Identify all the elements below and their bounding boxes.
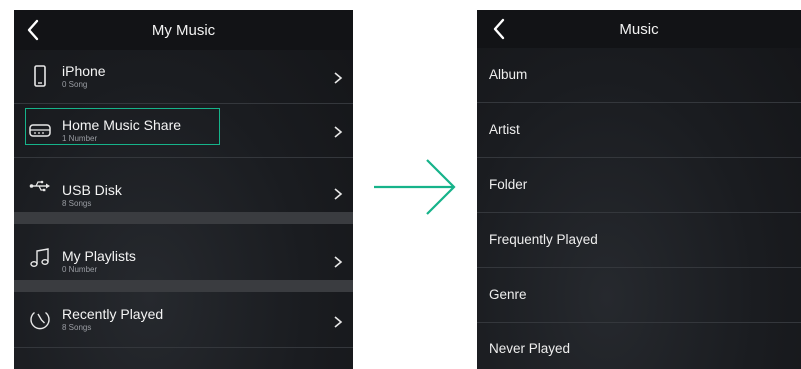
chevron-right-icon (334, 256, 343, 268)
back-arrow-icon[interactable] (490, 17, 508, 41)
page-title: Music (619, 20, 659, 38)
item-label: Folder (489, 177, 528, 192)
phone-icon (34, 65, 46, 87)
item-label: Never Played (489, 341, 571, 356)
list-item-genre[interactable]: Genre (477, 268, 801, 322)
list-item-never-played[interactable]: Never Played (477, 323, 801, 369)
chevron-right-icon (334, 72, 343, 84)
my-music-screen: My Music iPhone 0 Song Home Music Share … (14, 10, 353, 369)
list-item-folder[interactable]: Folder (477, 158, 801, 212)
item-title: Home Music Share (62, 117, 182, 133)
item-label: Artist (489, 122, 520, 137)
divider (14, 347, 353, 348)
list-item-recently-played[interactable]: Recently Played 8 Songs (14, 292, 353, 347)
back-arrow-icon[interactable] (24, 18, 42, 42)
item-title: Recently Played (62, 306, 164, 322)
chevron-right-icon (334, 316, 343, 328)
section-gap (14, 280, 353, 292)
list-item-album[interactable]: Album (477, 48, 801, 102)
list-item-frequently-played[interactable]: Frequently Played (477, 213, 801, 267)
item-subtitle: 8 Songs (62, 323, 92, 332)
item-subtitle: 1 Number (62, 134, 98, 143)
chevron-right-icon (334, 188, 343, 200)
header-bar: Music (477, 10, 801, 48)
item-title: My Playlists (62, 248, 136, 264)
header-bar: My Music (14, 10, 353, 50)
page-title: My Music (151, 21, 216, 39)
section-gap (14, 212, 353, 224)
list-item-my-playlists[interactable]: My Playlists 0 Number (14, 224, 353, 280)
chevron-right-icon (334, 126, 343, 138)
item-subtitle: 8 Songs (62, 199, 92, 208)
item-subtitle: 0 Number (62, 265, 98, 274)
list-item-usb-disk[interactable]: USB Disk 8 Songs (14, 158, 353, 212)
nas-drive-icon (29, 124, 51, 137)
item-title: iPhone (62, 63, 106, 79)
item-label: Frequently Played (489, 232, 598, 247)
list-item-home-music-share[interactable]: Home Music Share 1 Number (14, 104, 353, 157)
list-item-artist[interactable]: Artist (477, 103, 801, 157)
item-title: USB Disk (62, 182, 122, 198)
clock-icon (30, 311, 50, 330)
music-screen: Music Album Artist Folder Frequently Pla… (477, 10, 801, 369)
item-label: Album (489, 67, 528, 82)
transition-arrow-icon (374, 159, 456, 215)
item-label: Genre (489, 287, 527, 302)
list-item-iphone[interactable]: iPhone 0 Song (14, 50, 353, 103)
music-note-icon (30, 248, 49, 267)
usb-icon (29, 180, 50, 192)
item-subtitle: 0 Song (62, 80, 88, 89)
